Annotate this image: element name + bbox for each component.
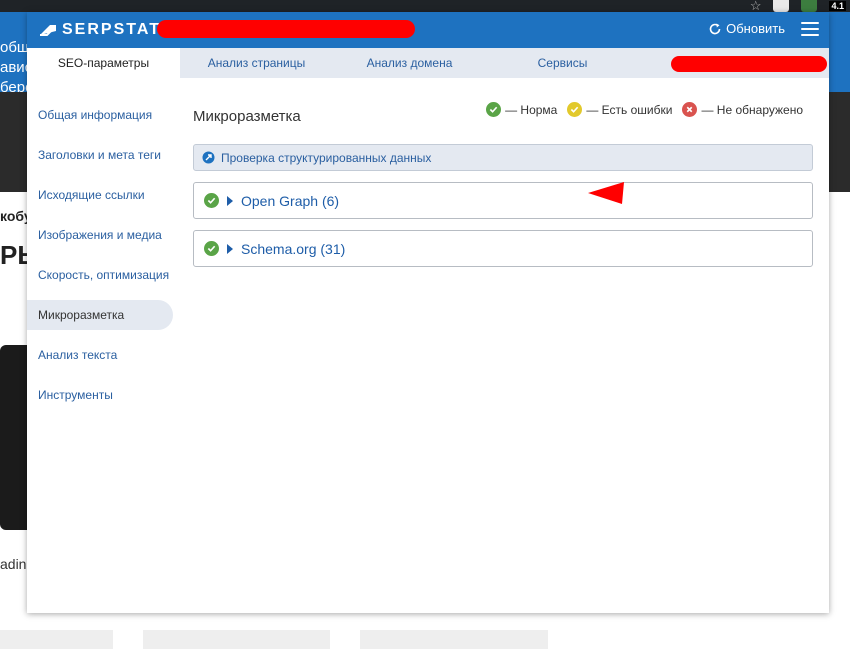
serpstat-logo-icon [40, 25, 56, 36]
sidebar-item-speed-optimization[interactable]: Скорость, оптимизация [27, 260, 177, 290]
sidebar-item-images-media[interactable]: Изображения и медиа [27, 220, 177, 250]
tab-page-analysis[interactable]: Анализ страницы [180, 48, 333, 78]
status-ok-icon [204, 193, 219, 208]
refresh-icon [709, 23, 721, 34]
page-title: Микроразметка [193, 108, 301, 125]
status-legend: — Норма — Есть ошибки — Не обнаружено [476, 102, 803, 117]
sidebar-item-microdata[interactable]: Микроразметка [27, 300, 173, 330]
expand-caret-icon [227, 243, 233, 254]
section-schema-org[interactable]: Schema.org (31) [193, 230, 813, 267]
refresh-label: Обновить [726, 21, 785, 36]
background-product-card [143, 630, 330, 649]
structured-data-check-link[interactable]: Проверка структурированных данных [193, 144, 813, 171]
status-warning-icon [567, 102, 583, 117]
background-product-image [0, 345, 28, 530]
sidebar: Общая информация Заголовки и мета теги И… [27, 78, 177, 420]
serpstat-logo: SERPSTAT [38, 21, 161, 39]
extension-icon[interactable] [773, 0, 790, 12]
background-caption: adin [0, 556, 27, 572]
sidebar-item-outgoing-links[interactable]: Исходящие ссылки [27, 180, 177, 210]
refresh-button[interactable]: Обновить [708, 21, 785, 36]
legend-warning-label: — Есть ошибки [586, 102, 673, 117]
legend-not-found-label: — Не обнаружено [701, 102, 803, 117]
redacted-url [157, 20, 415, 38]
version-badge: 4.1 [829, 1, 846, 11]
popup-header: SERPSTAT Обновить [27, 12, 829, 48]
logo-text: SERPSTAT [62, 21, 161, 38]
tab-bar: SEO-параметры Анализ страницы Анализ дом… [27, 48, 829, 78]
annotation-arrow-icon [588, 182, 624, 204]
tab-services[interactable]: Сервисы [486, 48, 639, 78]
section-open-graph[interactable]: Open Graph (6) [193, 182, 813, 219]
sidebar-item-general-info[interactable]: Общая информация [27, 100, 177, 130]
redacted-tab [671, 56, 827, 72]
status-ok-icon [204, 241, 219, 256]
browser-toolbar: ☆ 4.1 [0, 0, 850, 12]
hamburger-menu-icon[interactable] [801, 22, 819, 36]
section-label: Open Graph (6) [241, 192, 340, 209]
tab-domain-analysis[interactable]: Анализ домена [333, 48, 486, 78]
bookmark-star-icon[interactable]: ☆ [750, 0, 762, 12]
section-label: Schema.org (31) [241, 240, 346, 257]
sidebar-item-text-analysis[interactable]: Анализ текста [27, 340, 177, 370]
tab-seo-params[interactable]: SEO-параметры [27, 48, 180, 78]
external-link-icon [202, 151, 215, 164]
expand-caret-icon [227, 195, 233, 206]
serpstat-popup: SERPSTAT Обновить SEO-параметры Анализ с… [27, 12, 829, 613]
sidebar-item-tools[interactable]: Инструменты [27, 380, 177, 410]
check-link-label: Проверка структурированных данных [221, 150, 432, 165]
background-product-card [0, 630, 113, 649]
status-ok-icon [486, 102, 502, 117]
serpstat-extension-icon[interactable] [801, 0, 818, 12]
status-not-found-icon [682, 102, 698, 117]
background-product-card [360, 630, 548, 649]
legend-ok-label: — Норма [505, 102, 558, 117]
sidebar-item-headings-meta[interactable]: Заголовки и мета теги [27, 140, 177, 170]
